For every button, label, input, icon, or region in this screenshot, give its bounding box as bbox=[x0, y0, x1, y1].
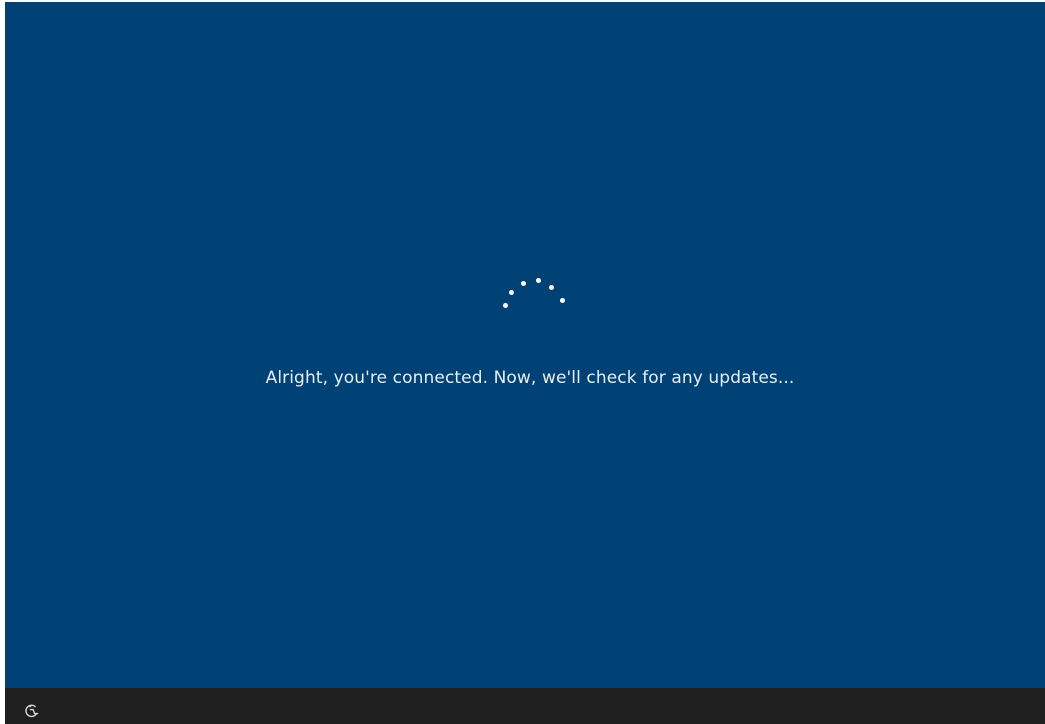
spinner-dot bbox=[508, 289, 514, 295]
oobe-panel: Alright, you're connected. Now, we'll ch… bbox=[5, 2, 1045, 688]
setup-screen: Alright, you're connected. Now, we'll ch… bbox=[0, 0, 1045, 724]
ease-of-access-icon[interactable] bbox=[23, 702, 41, 720]
bottom-bar bbox=[5, 688, 1045, 724]
status-message: Alright, you're connected. Now, we'll ch… bbox=[265, 368, 795, 388]
spinner-dot bbox=[535, 277, 541, 283]
spinner-dot bbox=[559, 297, 565, 303]
ease-of-access-icon-graphic bbox=[25, 704, 39, 718]
spinner-dot bbox=[520, 280, 526, 286]
spinner-dot bbox=[548, 284, 554, 290]
loading-dots-icon bbox=[497, 274, 569, 314]
spinner-dot bbox=[502, 302, 508, 308]
